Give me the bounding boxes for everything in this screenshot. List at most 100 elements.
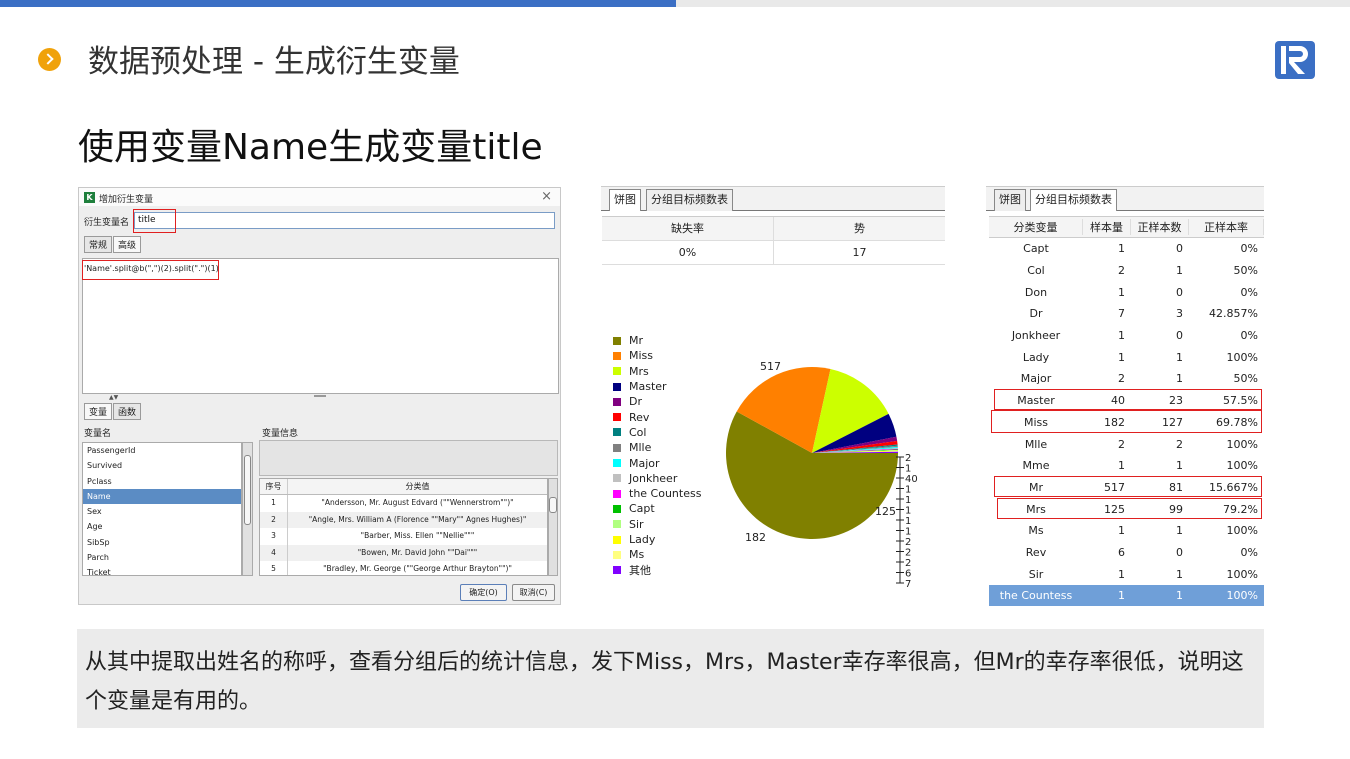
category-cell: Capt: [1023, 242, 1049, 256]
data-label: 517: [760, 360, 781, 373]
positive-rate-cell: 100%: [1226, 589, 1258, 603]
table-row[interactable]: Rev 6 0 0%: [989, 542, 1264, 564]
list-item[interactable]: Ticket: [83, 565, 241, 575]
column-header: 序号: [260, 479, 288, 494]
mode-tabs: 常规 高级: [84, 236, 142, 253]
positive-rate-cell: 0%: [1240, 285, 1258, 299]
table-row[interactable]: Jonkheer 1 0 0%: [989, 325, 1264, 347]
data-label: 125: [875, 505, 896, 518]
positive-count-cell: 1: [1176, 589, 1183, 603]
table-row[interactable]: Col 2 1 50%: [989, 260, 1264, 282]
splitter-handle[interactable]: [314, 395, 326, 397]
positive-count-cell: 1: [1176, 524, 1183, 538]
category-cell: Sir: [1028, 567, 1044, 581]
data-label: 1: [905, 485, 911, 496]
category-cell: Lady: [1022, 350, 1050, 364]
positive-rate-cell: 50%: [1233, 372, 1258, 386]
data-label: 182: [745, 531, 766, 544]
positive-rate-cell: 100%: [1226, 567, 1258, 581]
row-number: 5: [260, 561, 288, 575]
category-cell: Mme: [1022, 459, 1050, 473]
add-derived-variable-dialog: K 增加衍生变量 × 衍生变量名 title 常规 高级 'Name'.spli…: [78, 187, 561, 605]
count-cell: 1: [1118, 285, 1125, 299]
list-item[interactable]: Parch: [83, 550, 241, 565]
top-accent-bar: [0, 0, 676, 7]
count-cell: 1: [1118, 589, 1125, 603]
table-header: 序号 分类值: [260, 479, 547, 495]
list-item[interactable]: Age: [83, 519, 241, 534]
pie-chart: 51718212521401111122267: [726, 360, 918, 590]
tab-functions[interactable]: 函数: [113, 403, 142, 420]
tab-pie[interactable]: 饼图: [994, 189, 1026, 211]
positive-rate-cell: 100%: [1226, 437, 1258, 451]
tab-general[interactable]: 常规: [84, 236, 113, 253]
data-label: 1: [905, 464, 911, 475]
table-row[interactable]: Don 1 0 0%: [989, 281, 1264, 303]
list-item[interactable]: Pclass: [83, 474, 241, 489]
category-cell: the Countess: [999, 589, 1073, 603]
table-row[interactable]: Ms 1 1 100%: [989, 520, 1264, 542]
chevron-right-icon: [38, 48, 61, 71]
list-item-selected[interactable]: Name: [83, 488, 241, 505]
column-header: 样本量: [1083, 219, 1131, 235]
table-row[interactable]: Mlle 2 2 100%: [989, 433, 1264, 455]
var-name-input[interactable]: title: [134, 212, 555, 229]
table-row[interactable]: 5 "Bradley, Mr. George (""George Arthur …: [260, 561, 547, 575]
class-value-table: 序号 分类值 1 "Andersson, Mr. August Edvard (…: [259, 478, 548, 576]
var-list-header: 变量名: [84, 429, 112, 439]
data-label: 2: [905, 558, 911, 569]
highlight-box: [994, 476, 1262, 497]
table-row[interactable]: 4 "Bowen, Mr. David John ""Dai""": [260, 544, 547, 561]
caption-text: 从其中提取出姓名的称呼，查看分组后的统计信息，发下Miss，Mrs，Master…: [85, 650, 1244, 714]
table-row[interactable]: 3 "Barber, Miss. Ellen ""Nellie""": [260, 528, 547, 545]
highlight-box: [991, 410, 1262, 433]
table-row[interactable]: 1 "Andersson, Mr. August Edvard (""Wenne…: [260, 495, 547, 512]
positive-count-cell: 1: [1176, 372, 1183, 386]
list-item[interactable]: Survived: [83, 458, 241, 473]
category-cell: Don: [1024, 285, 1048, 299]
positive-rate-cell: 0%: [1240, 545, 1258, 559]
list-item[interactable]: SibSp: [83, 535, 241, 550]
table-row[interactable]: Major 2 1 50%: [989, 368, 1264, 390]
count-cell: 2: [1118, 264, 1125, 278]
category-cell: Ms: [1028, 524, 1044, 538]
table-row[interactable]: Lady 1 1 100%: [989, 346, 1264, 368]
tab-freq-table[interactable]: 分组目标频数表: [1030, 189, 1117, 211]
positive-rate-cell: 0%: [1240, 329, 1258, 343]
category-cell: Rev: [1025, 545, 1047, 559]
data-label: 40: [905, 474, 918, 485]
slide-title: 数据预处理 - 生成衍生变量: [88, 44, 460, 80]
var-info-header: 变量信息: [262, 429, 299, 439]
positive-count-cell: 2: [1176, 437, 1183, 451]
data-label: 2: [905, 548, 911, 559]
highlight-box: [82, 260, 219, 280]
table-row[interactable]: Sir 1 1 100%: [989, 563, 1264, 585]
splitter-arrows-icon[interactable]: ▲▼: [109, 394, 118, 401]
tab-variables[interactable]: 变量: [84, 403, 113, 420]
variable-list-scrollbar[interactable]: [242, 442, 253, 576]
class-value: "Andersson, Mr. August Edvard (""Wenners…: [321, 498, 514, 507]
cancel-button[interactable]: 取消(C): [512, 584, 555, 601]
table-row[interactable]: Dr 7 3 42.857%: [989, 303, 1264, 325]
highlight-box: [997, 498, 1262, 519]
table-row[interactable]: 2 "Angle, Mrs. William A (Florence ""Mar…: [260, 511, 547, 528]
positive-rate-cell: 100%: [1226, 524, 1258, 538]
list-item[interactable]: PassengerId: [83, 443, 241, 458]
count-cell: 1: [1118, 350, 1125, 364]
count-cell: 1: [1118, 567, 1125, 581]
tab-advanced[interactable]: 高级: [113, 236, 142, 253]
category-cell: Col: [1027, 264, 1045, 278]
var-name-label: 衍生变量名: [84, 218, 130, 228]
positive-count-cell: 0: [1176, 329, 1183, 343]
count-cell: 1: [1118, 329, 1125, 343]
ok-button[interactable]: 确定(O): [460, 584, 507, 601]
class-table-scrollbar[interactable]: [548, 478, 558, 576]
table-row[interactable]: Mme 1 1 100%: [989, 455, 1264, 477]
category-cell: Major: [1020, 372, 1052, 386]
table-row[interactable]: Capt 1 0 0%: [989, 238, 1264, 260]
list-item[interactable]: Sex: [83, 504, 241, 519]
table-row[interactable]: the Countess 1 1 100%: [989, 585, 1264, 606]
data-label: 1: [905, 527, 911, 538]
class-value: "Barber, Miss. Ellen ""Nellie""": [360, 531, 475, 540]
close-icon[interactable]: ×: [541, 189, 552, 204]
